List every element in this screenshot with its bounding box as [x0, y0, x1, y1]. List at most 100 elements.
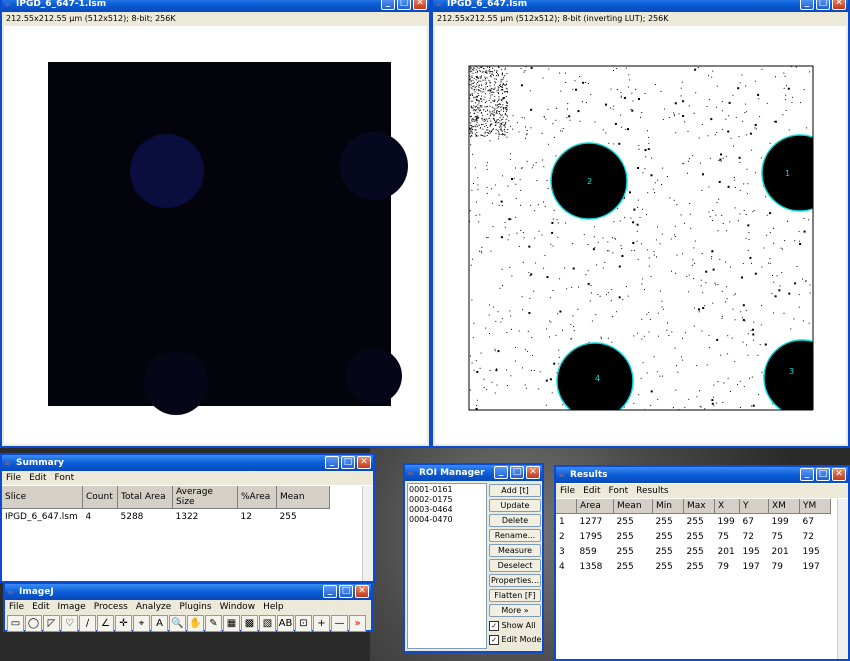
plus-icon[interactable]: + — [313, 615, 330, 632]
menu-analyze[interactable]: Analyze — [132, 600, 175, 614]
more-button[interactable]: More » — [489, 604, 541, 617]
title-bar[interactable]: ☕ ROI Manager _ □ ✕ — [405, 465, 542, 481]
vertical-scrollbar[interactable] — [362, 486, 373, 581]
update-button[interactable]: Update — [489, 499, 541, 512]
deselect-button[interactable]: Deselect — [489, 559, 541, 572]
roi-list-item[interactable]: 0004-0470 — [409, 515, 485, 525]
maximize-button[interactable]: □ — [339, 585, 353, 598]
measure-button[interactable]: Measure — [489, 544, 541, 557]
table-row[interactable]: 3 859 255 255 255 201 195 201 195 — [556, 544, 831, 559]
title-bar[interactable]: ☕ ImageJ _ □ ✕ — [5, 584, 371, 600]
roi-manager-window[interactable]: ☕ ROI Manager _ □ ✕ 0001-0161 0002-0175 000… — [403, 463, 544, 653]
menu-file[interactable]: File — [5, 600, 28, 614]
table-row[interactable]: 1 1277 255 255 255 199 67 199 67 — [556, 514, 831, 530]
stacks-icon[interactable]: ▦ — [223, 615, 240, 632]
column-header[interactable]: Slice — [2, 486, 83, 509]
column-header[interactable]: Area — [576, 499, 614, 514]
menu-font[interactable]: Font — [51, 471, 79, 485]
minimize-button[interactable]: _ — [381, 0, 395, 10]
roi-list-item[interactable]: 0001-0161 — [409, 485, 485, 495]
results-window[interactable]: ☕ Results _ □ ✕ File Edit Font Results Area… — [554, 465, 850, 661]
pencil-icon[interactable]: AB — [277, 615, 294, 632]
vertical-scrollbar[interactable] — [837, 499, 848, 659]
menu-edit[interactable]: Edit — [579, 484, 604, 498]
column-header[interactable] — [556, 499, 577, 514]
menu-plugins[interactable]: Plugins — [175, 600, 215, 614]
menu-process[interactable]: Process — [90, 600, 132, 614]
close-button[interactable]: ✕ — [526, 466, 540, 479]
column-header[interactable]: Y — [739, 499, 769, 514]
menu-results[interactable]: Results — [632, 484, 673, 498]
column-header[interactable]: XM — [768, 499, 800, 514]
oval-tool-icon[interactable]: ◯ — [25, 615, 42, 632]
maximize-button[interactable]: □ — [341, 456, 355, 469]
roi-list[interactable]: 0001-0161 0002-0175 0003-0464 0004-0470 — [407, 483, 487, 649]
rectangle-tool-icon[interactable]: ▭ — [7, 615, 24, 632]
menu-edit[interactable]: Edit — [28, 600, 53, 614]
freehand-tool-icon[interactable]: ♡ — [61, 615, 78, 632]
menu-edit[interactable]: Edit — [25, 471, 50, 485]
image-canvas-area[interactable]: 1 2 3 4 — [435, 26, 846, 444]
maximize-button[interactable]: □ — [510, 466, 524, 479]
title-bar[interactable]: ☕ Summary _ □ ✕ — [2, 455, 373, 471]
close-button[interactable]: ✕ — [832, 0, 846, 10]
column-header[interactable]: %Area — [237, 486, 277, 509]
title-bar[interactable]: ☕ Results _ □ ✕ — [556, 467, 848, 483]
show-all-checkbox[interactable]: ✓ Show All — [489, 619, 541, 633]
edit-mode-checkbox[interactable]: ✓ Edit Mode — [489, 633, 541, 647]
menu-file[interactable]: File — [2, 471, 25, 485]
title-bar[interactable]: ☕ IPGD_6_647-1.lsm _ □ ✕ — [2, 0, 429, 12]
column-header[interactable]: Total Area — [117, 486, 173, 509]
delete-button[interactable]: Delete — [489, 514, 541, 527]
menu-image[interactable]: Image — [54, 600, 90, 614]
maximize-button[interactable]: □ — [397, 0, 411, 10]
hand-tool-icon[interactable]: ✋ — [187, 615, 204, 632]
properties-button[interactable]: Properties... — [489, 574, 541, 587]
minimize-button[interactable]: _ — [800, 0, 814, 10]
color-picker-icon[interactable]: ✎ — [205, 615, 222, 632]
line-tool-icon[interactable]: ∕ — [79, 615, 96, 632]
imagej-main-window[interactable]: ☕ ImageJ _ □ ✕ File Edit Image Process Anal… — [3, 582, 373, 632]
close-button[interactable]: ✕ — [832, 468, 846, 481]
flatten-button[interactable]: Flatten [F] — [489, 589, 541, 602]
image-window-1[interactable]: ☕ IPGD_6_647-1.lsm _ □ ✕ 212.55x212.55 µm (… — [0, 0, 431, 448]
roi-list-item[interactable]: 0002-0175 — [409, 495, 485, 505]
rename-button[interactable]: Rename... — [489, 529, 541, 542]
column-header[interactable]: Count — [82, 486, 118, 509]
image-canvas-area[interactable] — [4, 26, 427, 444]
minus-icon[interactable]: — — [331, 615, 348, 632]
more-tools-icon[interactable]: » — [349, 615, 366, 632]
wand-tool-icon[interactable]: ⌖ — [133, 615, 150, 632]
text-tool-icon[interactable]: A — [151, 615, 168, 632]
magnifier-tool-icon[interactable]: 🔍 — [169, 615, 186, 632]
image-canvas[interactable]: 1 2 3 4 — [435, 26, 846, 444]
maximize-button[interactable]: □ — [816, 468, 830, 481]
menu-window[interactable]: Window — [216, 600, 260, 614]
close-button[interactable]: ✕ — [357, 456, 371, 469]
roi-list-item[interactable]: 0003-0464 — [409, 505, 485, 515]
minimize-button[interactable]: _ — [323, 585, 337, 598]
column-header[interactable]: Min — [652, 499, 684, 514]
point-tool-icon[interactable]: ✛ — [115, 615, 132, 632]
add-button[interactable]: Add [t] — [489, 484, 541, 497]
polygon-tool-icon[interactable]: ◸ — [43, 615, 60, 632]
column-header[interactable]: Mean — [613, 499, 653, 514]
column-header[interactable]: Average Size — [172, 486, 238, 509]
dev-icon[interactable]: ▧ — [259, 615, 276, 632]
minimize-button[interactable]: _ — [494, 466, 508, 479]
image-window-2[interactable]: ☕ IPGD_6_647.lsm _ □ ✕ 212.55x212.55 µm (51… — [431, 0, 850, 448]
menu-font[interactable]: Font — [605, 484, 633, 498]
menu-help[interactable]: Help — [259, 600, 288, 614]
angle-tool-icon[interactable]: ∠ — [97, 615, 114, 632]
maximize-button[interactable]: □ — [816, 0, 830, 10]
menu-file[interactable]: File — [556, 484, 579, 498]
brush-icon[interactable]: ⊡ — [295, 615, 312, 632]
title-bar[interactable]: ☕ IPGD_6_647.lsm _ □ ✕ — [433, 0, 848, 12]
summary-window[interactable]: ☕ Summary _ □ ✕ File Edit Font Slice Count … — [0, 453, 375, 583]
minimize-button[interactable]: _ — [325, 456, 339, 469]
table-row[interactable]: IPGD_6_647.lsm 4 5288 1322 12 255 — [2, 509, 330, 525]
column-header[interactable]: Max — [683, 499, 715, 514]
checkbox-checked-icon[interactable]: ✓ — [489, 621, 499, 631]
luts-icon[interactable]: ▩ — [241, 615, 258, 632]
column-header[interactable]: Mean — [276, 486, 330, 509]
